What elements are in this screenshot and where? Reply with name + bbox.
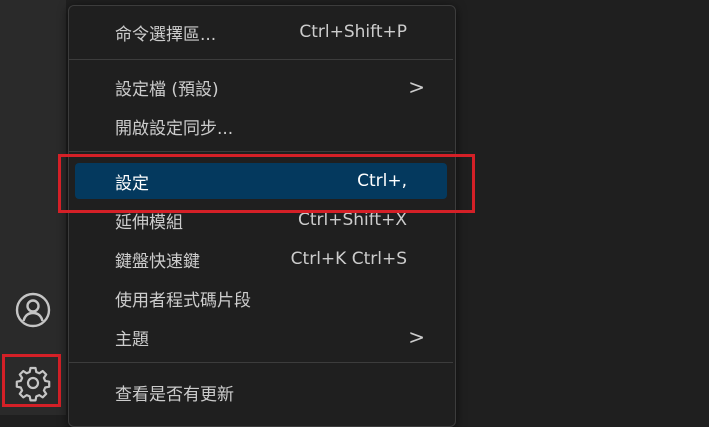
menu-item-command-palette[interactable]: 命令選擇區... Ctrl+Shift+P	[75, 14, 447, 50]
menu-item-label: 設定檔 (預設)	[115, 79, 219, 100]
menu-item-shortcut: Ctrl+Shift+X	[297, 210, 407, 230]
menu-item-label: 開啟設定同步...	[115, 118, 234, 139]
menu-separator	[69, 59, 453, 60]
menu-item-check-updates[interactable]: 查看是否有更新	[75, 374, 447, 410]
menu-item-profile[interactable]: 設定檔 (預設) >	[75, 69, 447, 105]
menu-item-keyboard-shortcuts[interactable]: 鍵盤快速鍵 Ctrl+K Ctrl+S	[75, 241, 447, 277]
menu-item-label: 主題	[115, 329, 149, 350]
settings-highlight-box	[58, 154, 475, 213]
gear-highlight-box	[2, 354, 61, 407]
account-button[interactable]	[0, 284, 66, 336]
menu-item-label: 命令選擇區...	[115, 24, 217, 45]
manage-context-menu: 命令選擇區... Ctrl+Shift+P 設定檔 (預設) > 開啟設定同步.…	[68, 5, 456, 427]
menu-item-label: 查看是否有更新	[115, 384, 234, 405]
chevron-right-icon: >	[408, 325, 425, 349]
menu-item-shortcut: Ctrl+Shift+P	[299, 22, 407, 42]
menu-item-user-snippets[interactable]: 使用者程式碼片段	[75, 280, 447, 316]
chevron-right-icon: >	[408, 75, 425, 99]
menu-item-settings-sync[interactable]: 開啟設定同步...	[75, 108, 447, 144]
menu-item-label: 鍵盤快速鍵	[115, 251, 200, 272]
menu-separator	[69, 151, 453, 152]
menu-item-label: 使用者程式碼片段	[115, 290, 251, 311]
menu-separator	[69, 362, 453, 363]
menu-item-shortcut: Ctrl+K Ctrl+S	[290, 249, 407, 269]
menu-item-themes[interactable]: 主題 >	[75, 319, 447, 355]
activity-bar	[0, 0, 66, 415]
account-icon	[15, 292, 51, 328]
